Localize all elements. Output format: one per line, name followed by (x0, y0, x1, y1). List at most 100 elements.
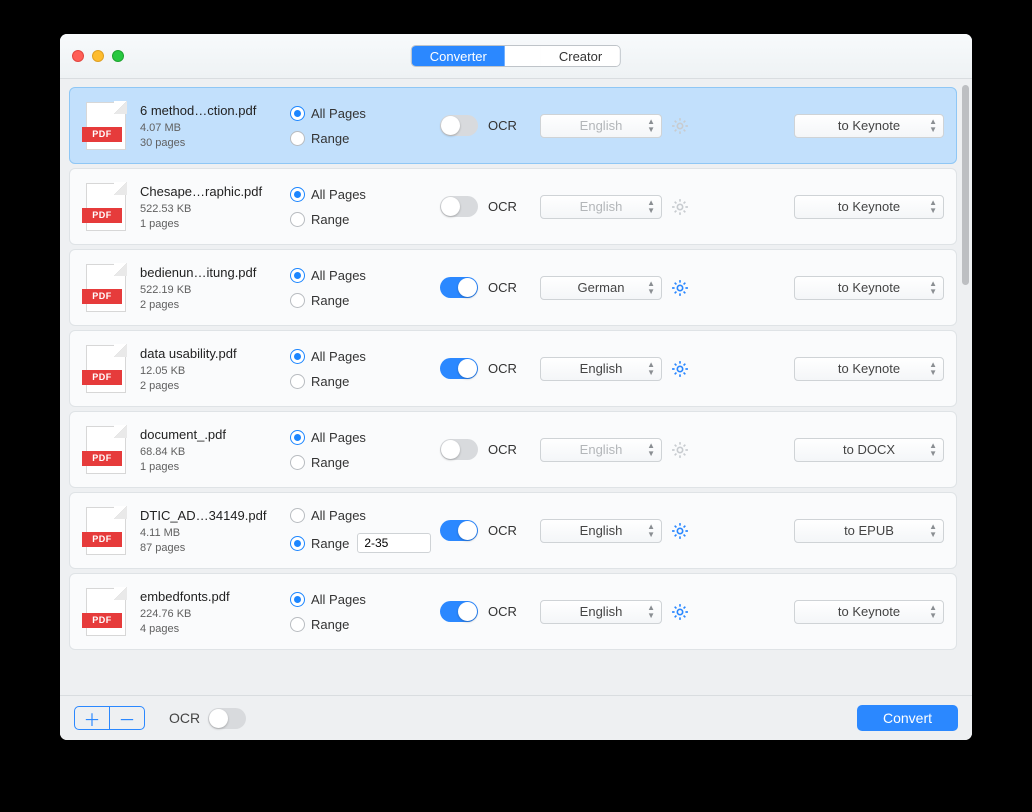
caret-icon: ▲▼ (647, 280, 655, 296)
fullscreen-window-button[interactable] (112, 50, 124, 62)
all-pages-option[interactable]: All Pages (290, 106, 440, 121)
file-name: bedienun…itung.pdf (140, 265, 290, 280)
file-size: 522.53 KB (140, 203, 290, 215)
all-pages-option[interactable]: All Pages (290, 268, 440, 283)
range-option[interactable]: Range (290, 533, 440, 553)
ocr-settings-gear-icon (670, 440, 690, 460)
output-format-select[interactable]: to Keynote▲▼ (794, 195, 944, 219)
scrollbar-thumb[interactable] (962, 85, 969, 285)
convert-button[interactable]: Convert (857, 705, 958, 731)
language-value: English (580, 442, 623, 457)
file-pagecount: 87 pages (140, 542, 290, 554)
content-area: PDF6 method…ction.pdf4.07 MB30 pagesAll … (60, 79, 972, 695)
file-pagecount: 2 pages (140, 380, 290, 392)
all-pages-option[interactable]: All Pages (290, 592, 440, 607)
titlebar: Converter Creator (60, 34, 972, 79)
radio-icon (290, 106, 305, 121)
file-pagecount: 1 pages (140, 218, 290, 230)
range-option[interactable]: Range (290, 374, 440, 389)
ocr-label: OCR (488, 523, 517, 538)
output-format-select[interactable]: to Keynote▲▼ (794, 276, 944, 300)
caret-icon: ▲▼ (929, 604, 937, 620)
range-option[interactable]: Range (290, 293, 440, 308)
file-meta: document_.pdf68.84 KB1 pages (140, 427, 290, 473)
radio-icon (290, 349, 305, 364)
pdf-file-icon: PDF (86, 507, 126, 555)
caret-icon: ▲▼ (929, 199, 937, 215)
format-column: to EPUB▲▼ (794, 519, 944, 543)
caret-icon: ▲▼ (647, 199, 655, 215)
file-size: 68.84 KB (140, 446, 290, 458)
language-column: German▲▼ (540, 276, 690, 300)
all-pages-option[interactable]: All Pages (290, 349, 440, 364)
file-pagecount: 2 pages (140, 299, 290, 311)
file-row[interactable]: PDF bedienun…itung.pdf 522.19 KB 2 pages All… (69, 249, 957, 326)
ocr-settings-gear-icon[interactable] (670, 602, 690, 622)
language-select[interactable]: German▲▼ (540, 276, 662, 300)
language-select[interactable]: English▲▼ (540, 357, 662, 381)
all-pages-option[interactable]: All Pages (290, 508, 440, 523)
tab-creator[interactable]: Creator (541, 46, 620, 66)
pdf-badge: PDF (82, 289, 122, 304)
output-format-select[interactable]: to DOCX▲▼ (794, 438, 944, 462)
range-input[interactable] (357, 533, 431, 553)
ocr-settings-gear-icon (670, 116, 690, 136)
language-select: English▲▼ (540, 195, 662, 219)
range-option[interactable]: Range (290, 617, 440, 632)
output-format-select[interactable]: to Keynote▲▼ (794, 114, 944, 138)
all-pages-option[interactable]: All Pages (290, 430, 440, 445)
all-pages-label: All Pages (311, 592, 366, 607)
language-column: English ▲▼ (540, 438, 690, 462)
file-row[interactable]: PDFChesape…raphic.pdf522.53 KB1 pagesAll… (69, 168, 957, 245)
file-list: PDF6 method…ction.pdf4.07 MB30 pagesAll … (60, 79, 960, 695)
add-file-button[interactable]: ＋ (75, 707, 109, 729)
global-ocr-label: OCR (169, 710, 200, 726)
pdf-file-icon: PDF (86, 183, 126, 231)
caret-icon: ▲▼ (929, 523, 937, 539)
ocr-toggle[interactable] (440, 601, 478, 622)
file-row[interactable]: PDF6 method…ction.pdf4.07 MB30 pagesAll … (69, 87, 957, 164)
ocr-toggle[interactable] (440, 439, 478, 460)
range-option[interactable]: Range (290, 455, 440, 470)
mode-segmented-control: Converter Creator (411, 45, 621, 67)
file-row[interactable]: PDFDTIC_AD…34149.pdf4.11 MB87 pagesAll P… (69, 492, 957, 569)
ocr-settings-gear-icon[interactable] (670, 359, 690, 379)
ocr-settings-gear-icon[interactable] (670, 278, 690, 298)
range-option[interactable]: Range (290, 131, 440, 146)
language-select[interactable]: English▲▼ (540, 519, 662, 543)
ocr-settings-gear-icon[interactable] (670, 521, 690, 541)
output-format-select[interactable]: to Keynote▲▼ (794, 600, 944, 624)
file-row[interactable]: PDFdata usability.pdf12.05 KB2 pagesAll … (69, 330, 957, 407)
minimize-window-button[interactable] (92, 50, 104, 62)
pdf-badge: PDF (82, 613, 122, 628)
file-row[interactable]: PDFdocument_.pdf68.84 KB1 pagesAll Pages… (69, 411, 957, 488)
caret-icon: ▲▼ (647, 442, 655, 458)
ocr-toggle[interactable] (440, 358, 478, 379)
ocr-toggle[interactable] (440, 277, 478, 298)
format-column: to Keynote▲▼ (794, 195, 944, 219)
ocr-toggle[interactable] (440, 520, 478, 541)
file-meta: data usability.pdf12.05 KB2 pages (140, 346, 290, 392)
range-label: Range (311, 212, 349, 227)
radio-icon (290, 187, 305, 202)
range-option[interactable]: Range (290, 212, 440, 227)
remove-file-button[interactable]: － (110, 707, 144, 729)
file-row[interactable]: PDFembedfonts.pdf224.76 KB4 pagesAll Pag… (69, 573, 957, 650)
close-window-button[interactable] (72, 50, 84, 62)
range-label: Range (311, 617, 349, 632)
all-pages-option[interactable]: All Pages (290, 187, 440, 202)
ocr-toggle[interactable] (440, 115, 478, 136)
tab-converter[interactable]: Converter (412, 46, 505, 66)
ocr-toggle[interactable] (440, 196, 478, 217)
all-pages-label: All Pages (311, 508, 366, 523)
ocr-label: OCR (488, 199, 517, 214)
language-select[interactable]: English▲▼ (540, 600, 662, 624)
all-pages-label: All Pages (311, 106, 366, 121)
output-format-select[interactable]: to Keynote▲▼ (794, 357, 944, 381)
global-ocr-toggle[interactable] (208, 708, 246, 729)
output-format-select[interactable]: to EPUB▲▼ (794, 519, 944, 543)
caret-icon: ▲▼ (929, 442, 937, 458)
ocr-column: OCR (440, 277, 540, 298)
file-size: 522.19 KB (140, 284, 290, 296)
file-meta: Chesape…raphic.pdf522.53 KB1 pages (140, 184, 290, 230)
